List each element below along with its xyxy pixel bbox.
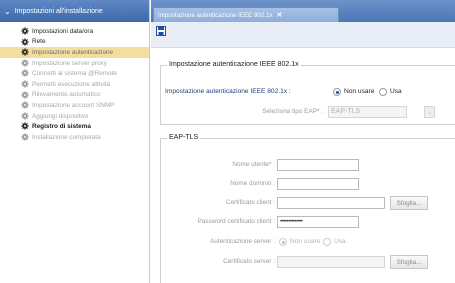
client-cert-password-label: Password certificato client : [197, 218, 275, 225]
server-auth-non-usare-label: Non usare [290, 238, 321, 245]
sidebar: ⌄ Impostazioni all'installazione Imposta… [0, 0, 150, 283]
sidebar-item-remote[interactable]: Connetti al sistema @Remote [0, 68, 149, 79]
sidebar-item-snmp[interactable]: Impostazione account SNMP [0, 100, 149, 111]
server-cert-label: Certificato server : [223, 258, 275, 265]
domain-label: Nome dominio : [230, 180, 275, 187]
username-label: Nome utente* : [232, 161, 275, 168]
save-icon[interactable] [156, 26, 166, 36]
ieee-toggle-label: Impostazione autenticazione IEEE 802.1x … [165, 88, 291, 95]
gear-icon [21, 69, 29, 77]
sidebar-item-task-execution[interactable]: Permetti esecuzione attività [0, 79, 149, 90]
sidebar-item-label: Connetti al sistema @Remote [32, 70, 117, 78]
eaptls-legend: EAP-TLS [167, 134, 201, 141]
server-cert-field[interactable] [277, 256, 385, 268]
sidebar-header-label: Impostazioni all'installazione [14, 7, 103, 15]
ieee-fieldset: Impostazione autenticazione IEEE 802.1x … [160, 61, 455, 125]
ieee-legend: Impostazione autenticazione IEEE 802.1x [167, 61, 301, 68]
sidebar-item-label: Registro di sistema [32, 123, 91, 131]
eaptls-fieldset: EAP-TLS Nome utente* : Nome dominio : Ce… [160, 134, 455, 283]
browse-client-cert-button[interactable]: Sfoglia... [390, 196, 428, 210]
radio-usa-label: Usa [390, 88, 402, 95]
sidebar-item-label: Impostazione autenticazione [32, 48, 114, 56]
sidebar-header[interactable]: ⌄ Impostazioni all'installazione [0, 0, 149, 22]
sidebar-item-label: Aggiungi dispositivo [32, 112, 89, 120]
gear-icon [21, 133, 29, 141]
server-auth-usa-label: Usa [334, 238, 346, 245]
gear-icon [21, 112, 29, 120]
gear-icon [21, 122, 29, 130]
sidebar-item-network[interactable]: Rete [0, 37, 149, 48]
close-icon[interactable]: ✕ [277, 11, 283, 19]
sidebar-item-proxy[interactable]: Impostazione server proxy [0, 58, 149, 69]
sidebar-item-label: Impostazione account SNMP [32, 101, 115, 109]
eap-type-select[interactable]: EAP-TLS [328, 106, 407, 118]
sidebar-item-label: Impostazione server proxy [32, 59, 107, 67]
sidebar-item-label: Permetti esecuzione attività [32, 80, 111, 88]
radio-non-usare-label: Non usare [344, 88, 375, 95]
domain-field[interactable] [277, 178, 359, 190]
sidebar-item-add-device[interactable]: Aggiungi dispositivo [0, 111, 149, 122]
tab-label: Impostazione autenticazione IEEE 802.1x [158, 11, 273, 19]
gear-icon [21, 48, 29, 56]
main-panel: Impostazione autenticazione IEEE 802.1x … [151, 0, 455, 283]
username-field[interactable] [277, 159, 359, 171]
gear-icon [21, 101, 29, 109]
sidebar-item-system-log[interactable]: Registro di sistema [0, 121, 149, 132]
server-auth-radio-usa[interactable] [323, 238, 331, 246]
sidebar-item-label: Rete [32, 38, 46, 46]
sidebar-item-auto-detect[interactable]: Rilevamento automatico [0, 90, 149, 101]
client-cert-password-field[interactable]: •••••••••••••• [277, 216, 359, 228]
browse-server-cert-button[interactable]: Sfoglia... [390, 255, 428, 269]
gear-icon [21, 90, 29, 99]
eap-type-label: Seleziona tipo EAP* : [262, 108, 323, 115]
client-cert-field[interactable] [277, 197, 385, 209]
sidebar-list: Impostazioni data/ora Rete Impostazione … [0, 22, 149, 143]
server-auth-radio-non-usare[interactable] [279, 238, 287, 246]
tab-bar: Impostazione autenticazione IEEE 802.1x … [151, 0, 455, 22]
gear-icon [21, 27, 29, 35]
radio-non-usare[interactable] [333, 88, 341, 96]
sidebar-item-label: Installazione completata [32, 133, 101, 141]
sidebar-item-label: Rilevamento automatico [32, 91, 101, 99]
chevron-down-icon: ⌄ [4, 6, 11, 16]
sidebar-item-date-time[interactable]: Impostazioni data/ora [0, 26, 149, 37]
gear-icon [21, 80, 29, 88]
client-cert-label: Certificato client : [225, 199, 275, 206]
server-auth-label: Autenticazione server : [209, 238, 275, 245]
sidebar-item-label: Impostazioni data/ora [32, 27, 94, 35]
chevron-down-icon[interactable]: ⌄ [424, 106, 435, 118]
gear-icon [21, 59, 29, 67]
tab-authentication[interactable]: Impostazione autenticazione IEEE 802.1x … [153, 7, 339, 22]
sidebar-item-authentication[interactable]: Impostazione autenticazione [0, 47, 149, 58]
gear-icon [21, 37, 29, 46]
toolbar [151, 22, 455, 48]
sidebar-item-install-complete[interactable]: Installazione completata [0, 132, 149, 143]
radio-usa[interactable] [379, 88, 387, 96]
